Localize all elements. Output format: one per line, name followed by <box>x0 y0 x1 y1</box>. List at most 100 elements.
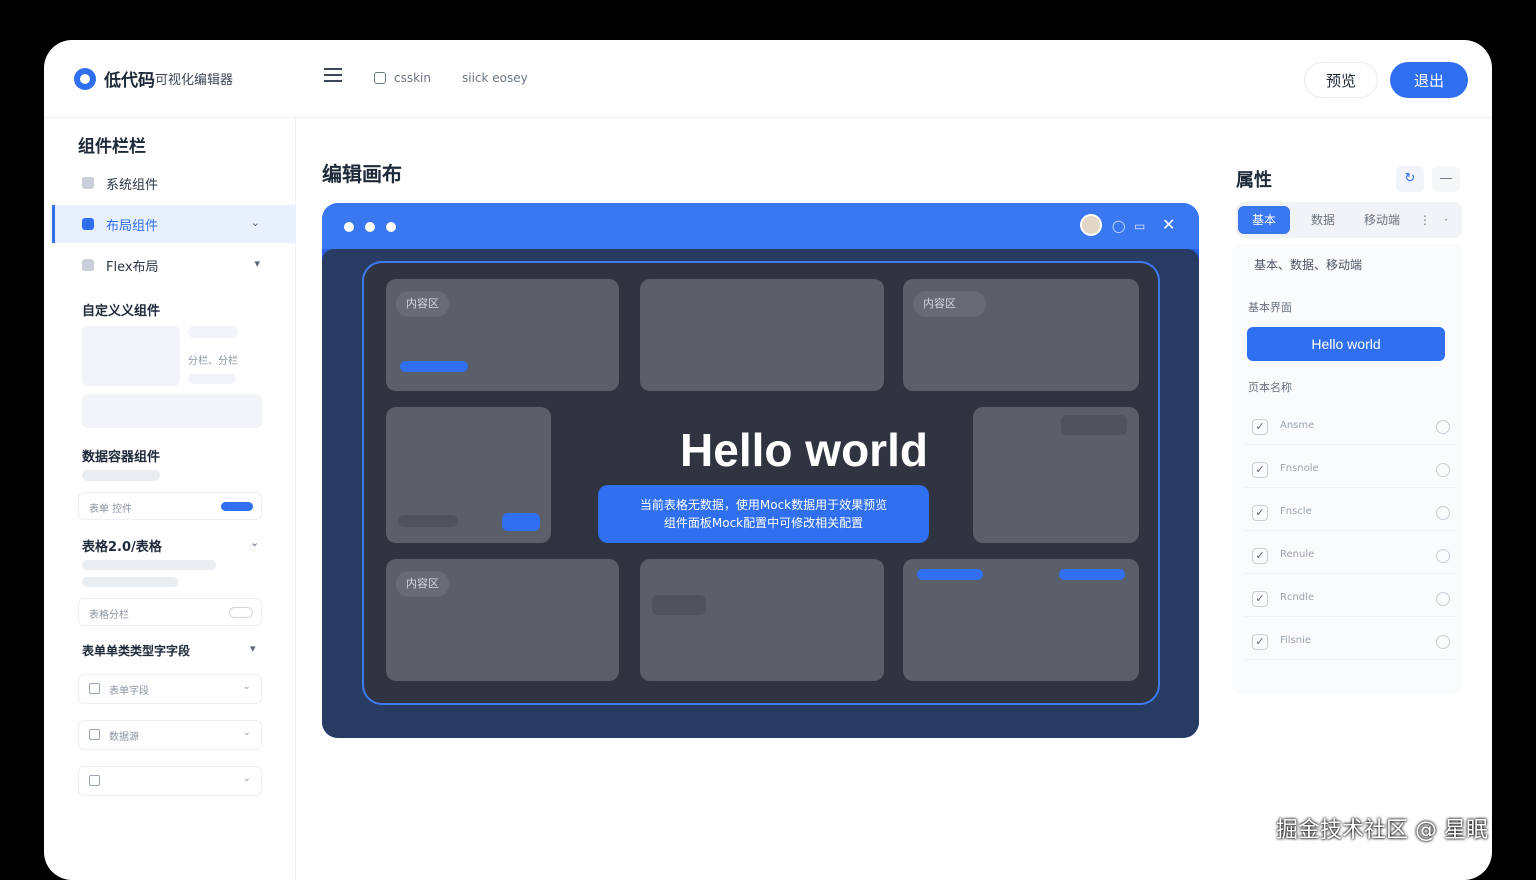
hello-world-button[interactable]: Hello world <box>1247 327 1445 361</box>
chevron-down-icon[interactable]: ▾ <box>250 642 259 655</box>
top-bar: 低代码 可视化编辑器 csskin siick eosey 预览 退出 <box>44 40 1492 118</box>
close-icon[interactable]: ✕ <box>1162 215 1175 234</box>
option-row[interactable]: ✓ Fnscle <box>1244 495 1456 531</box>
chevron-down-icon: ⌄ <box>242 681 251 692</box>
checkbox[interactable]: ✓ <box>1252 419 1268 435</box>
form-field[interactable]: 表单字段 ⌄ <box>78 674 262 704</box>
content-card[interactable] <box>973 407 1139 543</box>
option-label: Filsnie <box>1280 635 1312 646</box>
notice-line: 组件面板Mock配置中可修改相关配置 <box>663 516 864 530</box>
canvas-stage[interactable]: 内容区 内容区 内容区 Hello world 当前表格无数据，使用Mock数据… <box>362 261 1160 705</box>
avatar[interactable] <box>1080 214 1102 236</box>
option-row[interactable]: ✓ Rcndle <box>1244 581 1456 617</box>
sidebar-item-layout[interactable]: 布局组件 ⌄ <box>52 205 296 243</box>
basic-section-label: 基本界面 <box>1248 301 1292 314</box>
content-card[interactable] <box>903 559 1139 681</box>
editor-window: 低代码 可视化编辑器 csskin siick eosey 预览 退出 组件栏栏… <box>44 40 1492 880</box>
option-label: Fnscle <box>1280 506 1312 517</box>
tab-mobile[interactable]: 移动端 <box>1354 206 1410 234</box>
placeholder-bar <box>1061 415 1127 435</box>
preview-button[interactable]: 预览 <box>1304 62 1378 98</box>
refresh-icon[interactable]: ↻ <box>1396 166 1424 192</box>
window-dot <box>386 222 396 232</box>
content-card[interactable]: 内容区 <box>386 279 619 391</box>
chevron-down-icon[interactable]: ⌄ <box>250 536 259 549</box>
sidebar-item-flex[interactable]: Flex布局 ▾ <box>52 246 296 284</box>
custom-section-title: 自定义义组件 <box>82 304 161 319</box>
field-label: 表单字段 <box>109 686 149 697</box>
breadcrumb-label: siick eosey <box>462 71 528 85</box>
option-row[interactable]: ✓ Fnsnole <box>1244 452 1456 488</box>
checkbox[interactable]: ✓ <box>1252 462 1268 478</box>
sidebar-item-label: Flex布局 <box>106 259 159 275</box>
custom-component-block[interactable] <box>82 394 262 428</box>
option-row[interactable]: ✓ Ansme <box>1244 409 1456 445</box>
sidebar-item-label: 布局组件 <box>106 218 159 234</box>
option-row[interactable]: ✓ Filsnie <box>1244 624 1456 660</box>
checkbox[interactable]: ✓ <box>1252 548 1268 564</box>
brand-subtitle: 可视化编辑器 <box>155 73 234 88</box>
tab-basic[interactable]: 基本 <box>1238 206 1290 234</box>
option-row[interactable]: ✓ Renule <box>1244 538 1456 574</box>
content-card[interactable]: 内容区 <box>386 559 619 681</box>
minimize-icon[interactable]: — <box>1432 166 1460 192</box>
more-icon[interactable]: ⋮ <box>1416 206 1434 234</box>
checkbox[interactable]: ✓ <box>1252 591 1268 607</box>
component-sidebar: 组件栏栏 系统组件 布局组件 ⌄ Flex布局 ▾ 自定义义组件 分栏、分栏 数… <box>44 118 296 880</box>
sidebar-item-system[interactable]: 系统组件 <box>52 164 296 202</box>
breadcrumb-label: csskin <box>394 71 431 85</box>
custom-component-thumb[interactable] <box>82 326 180 386</box>
content-tag: 内容区 <box>396 571 449 597</box>
canvas-body: 内容区 内容区 内容区 Hello world 当前表格无数据，使用Mock数据… <box>322 249 1199 738</box>
placeholder-bar <box>188 374 236 384</box>
placeholder-bar <box>188 326 238 338</box>
breadcrumb-item[interactable]: siick eosey <box>462 71 528 85</box>
content-tag: 内容区 <box>396 291 449 317</box>
radio-button[interactable] <box>1436 549 1450 563</box>
brand[interactable]: 低代码 可视化编辑器 <box>74 66 233 91</box>
flex-icon <box>82 259 94 271</box>
chevron-down-icon: ▾ <box>254 257 260 270</box>
radio-button[interactable] <box>1436 635 1450 649</box>
form-field[interactable]: 数据源 ⌄ <box>78 720 262 750</box>
properties-title: 属性 <box>1236 170 1272 191</box>
layout-icon <box>82 218 94 230</box>
page-icon <box>374 72 386 84</box>
accent-bar <box>400 361 468 372</box>
content-card[interactable] <box>386 407 551 543</box>
content-card[interactable] <box>640 559 884 681</box>
custom-caption: 分栏、分栏 <box>188 356 238 367</box>
field-label: 表格分栏 <box>89 610 129 621</box>
brand-title: 低代码 <box>104 71 155 91</box>
menu-icon[interactable] <box>324 68 342 82</box>
checkbox[interactable]: ✓ <box>1252 505 1268 521</box>
radio-button[interactable] <box>1436 420 1450 434</box>
page-name-label: 页本名称 <box>1248 381 1292 394</box>
placeholder-bar <box>82 560 216 570</box>
component-icon <box>82 177 94 189</box>
canvas-title: 编辑画布 <box>322 162 402 186</box>
content-card[interactable] <box>640 279 884 391</box>
chevron-down-icon: ⌄ <box>250 216 260 229</box>
radio-button[interactable] <box>1436 506 1450 520</box>
edit-canvas[interactable]: ◯ ▭ ✕ 内容区 内容区 内容区 Hello world 当前表格无数据，使用… <box>322 203 1199 738</box>
accent-bar <box>1059 569 1125 580</box>
radio-button[interactable] <box>1436 463 1450 477</box>
accent-block <box>502 513 540 531</box>
exit-button[interactable]: 退出 <box>1390 62 1468 98</box>
dot-icon[interactable]: · <box>1438 206 1454 234</box>
field-label: 数据源 <box>109 732 139 743</box>
toggle-switch[interactable] <box>229 607 253 618</box>
content-card[interactable]: 内容区 <box>903 279 1139 391</box>
table-field[interactable]: 表格分栏 <box>78 598 262 626</box>
option-label: Rcndle <box>1280 592 1315 603</box>
checkbox[interactable]: ✓ <box>1252 634 1268 650</box>
breadcrumb-item[interactable]: csskin <box>374 71 431 85</box>
chat-icon[interactable]: ◯ <box>1112 219 1125 233</box>
form-section-title: 表单单类类型字字段 <box>82 644 191 658</box>
radio-button[interactable] <box>1436 592 1450 606</box>
tab-data[interactable]: 数据 <box>1298 206 1348 234</box>
data-field[interactable]: 表单 控件 <box>78 492 262 520</box>
expand-icon[interactable]: ▭ <box>1134 219 1145 233</box>
form-field[interactable]: ⌄ <box>78 766 262 796</box>
